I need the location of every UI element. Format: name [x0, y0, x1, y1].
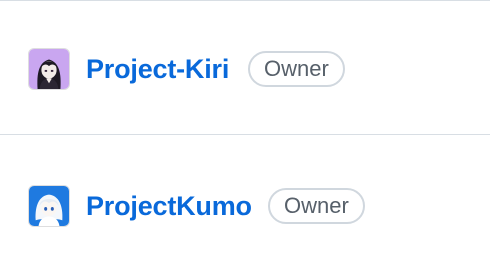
org-name-link[interactable]: Project-Kiri: [86, 53, 229, 85]
anime-avatar-dark-hair-icon: [29, 49, 69, 89]
role-badge: Owner: [268, 188, 365, 224]
organization-list: Project-Kiri Owner ProjectKumo Owner: [0, 0, 490, 266]
role-badge: Owner: [248, 51, 345, 87]
org-avatar-project-kumo[interactable]: [28, 185, 70, 227]
org-avatar-project-kiri[interactable]: [28, 48, 70, 90]
divider: [0, 0, 490, 1]
org-name-link[interactable]: ProjectKumo: [86, 190, 252, 222]
divider: [0, 134, 490, 135]
org-row-project-kumo: ProjectKumo Owner: [0, 182, 490, 230]
anime-avatar-white-hair-icon: [29, 186, 69, 226]
org-row-project-kiri: Project-Kiri Owner: [0, 45, 490, 93]
